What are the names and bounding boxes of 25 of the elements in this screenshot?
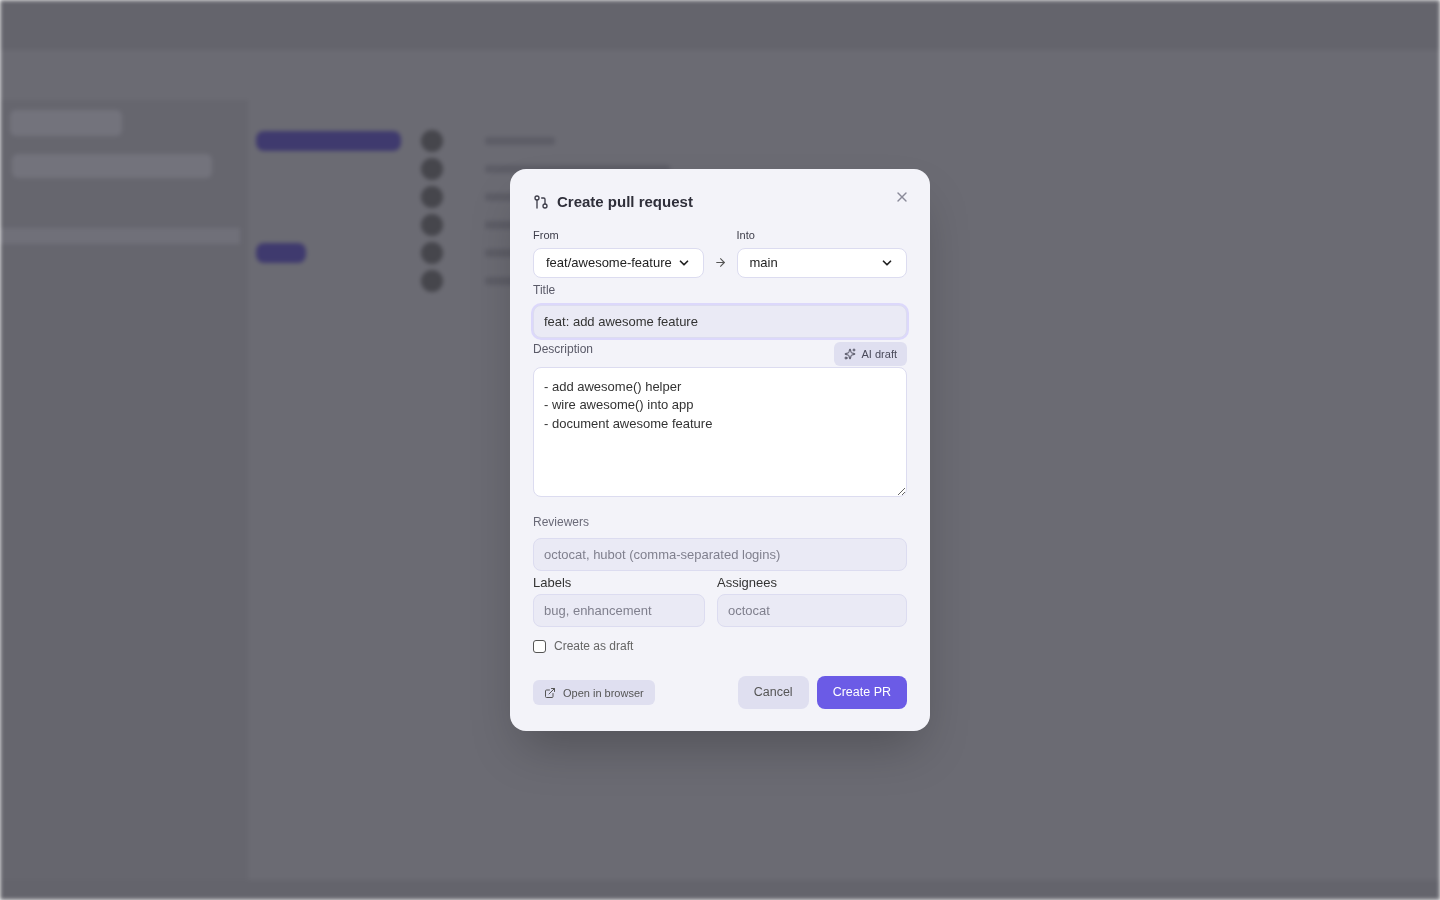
assignees-field[interactable]: octocat (717, 594, 907, 628)
title-label: Title (533, 281, 557, 299)
from-select[interactable]: feat/awesome-feature (533, 247, 704, 278)
labels-field[interactable]: bug, enhancement (533, 594, 705, 628)
pull-request-icon (533, 194, 549, 210)
open-in-browser-button[interactable]: Open in browser (533, 680, 655, 706)
from-label: From (533, 228, 560, 244)
into-label: Into (736, 228, 756, 244)
description-label: Description (533, 340, 594, 358)
external-link-icon (544, 686, 556, 699)
assignees-label: Assignees (717, 573, 778, 592)
title-field[interactable]: feat: add awesome feature (533, 304, 907, 338)
draft-label: Create as draft (554, 638, 634, 656)
create-pr-button[interactable]: Create PR (816, 676, 907, 710)
dialog-title: Create pull request (557, 191, 693, 212)
cancel-button[interactable]: Cancel (737, 676, 809, 710)
reviewers-field[interactable]: octocat, hubot (comma-separated logins) (533, 537, 907, 571)
labels-label: Labels (533, 573, 573, 592)
into-select[interactable]: main (736, 247, 907, 278)
sparkles-icon (843, 347, 856, 360)
arrow-icon (713, 255, 727, 269)
description-field[interactable]: - add awesome() helper - wire awesome() into app - document awesome feature (533, 366, 907, 497)
reviewers-label: Reviewers (533, 513, 590, 531)
draft-checkbox[interactable] (533, 639, 546, 653)
ai-draft-button[interactable]: AI draft (833, 341, 907, 366)
